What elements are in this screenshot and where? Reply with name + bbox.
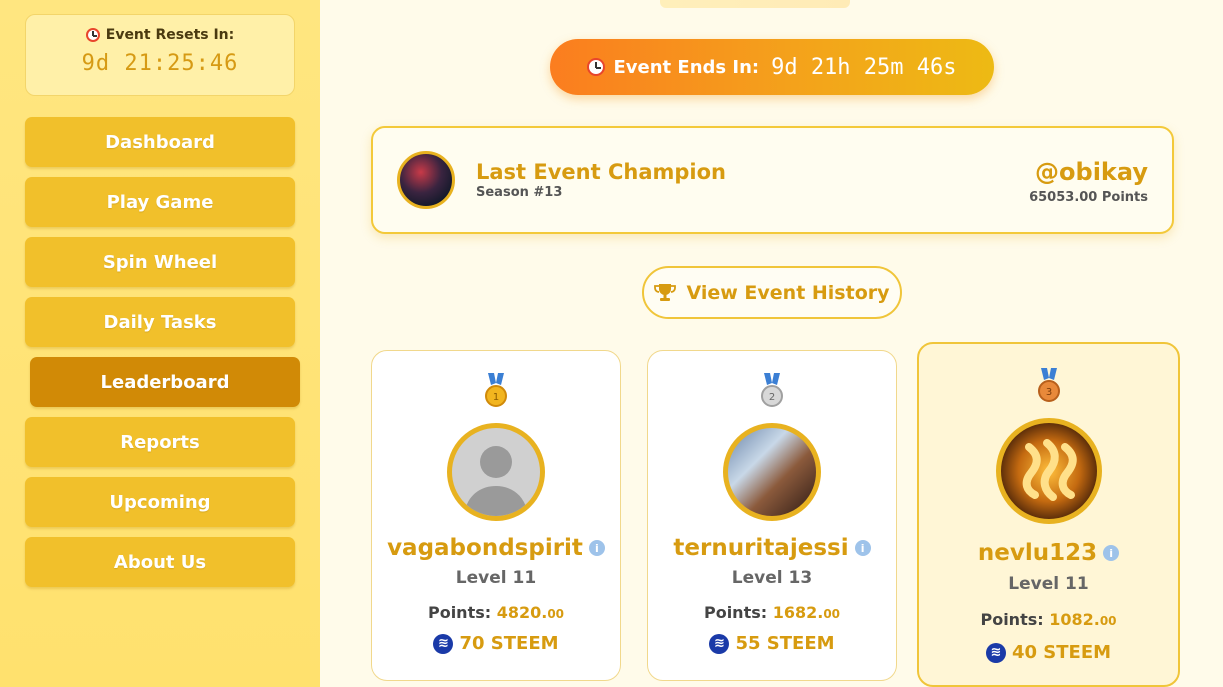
sidebar: Event Resets In: 9d 21:25:46 Dashboard P… [0, 0, 320, 687]
sidebar-item-about-us[interactable]: About Us [25, 537, 295, 587]
champion-avatar [397, 151, 455, 209]
last-event-champion-card: Last Event Champion Season #13 @obikay 6… [371, 126, 1174, 234]
username[interactable]: ternuritajessi [673, 535, 848, 561]
user-level: Level 13 [731, 568, 813, 588]
steem-icon [985, 642, 1006, 663]
leaderboard-card-rank-2: 2 ternuritajessi i Level 13 Points: 1682… [647, 350, 897, 681]
reset-title: Event Resets In: [105, 27, 235, 43]
champion-season: Season #13 [476, 185, 563, 200]
view-event-history-label: View Event History [686, 281, 890, 304]
event-ends-countdown: 9d 21h 25m 46s [771, 54, 957, 80]
username[interactable]: nevlu123 [978, 540, 1097, 566]
username[interactable]: vagabondspirit [387, 535, 583, 561]
silver-medal-icon: 2 [761, 373, 783, 407]
steem-reward: 55 STEEM [648, 633, 896, 654]
default-user-icon [464, 446, 528, 516]
info-icon[interactable]: i [1103, 545, 1120, 561]
trophy-icon [654, 283, 677, 301]
sidebar-item-reports[interactable]: Reports [25, 417, 295, 467]
avatar [995, 418, 1102, 524]
info-icon[interactable]: i [588, 540, 605, 556]
svg-text:3: 3 [1045, 387, 1051, 398]
info-icon[interactable]: i [854, 540, 871, 556]
user-level: Level 11 [1008, 574, 1089, 594]
leaderboard-card-rank-1: 1 vagabondspirit i Level 11 Points: 4820… [371, 350, 621, 681]
svg-text:2: 2 [769, 392, 775, 403]
steem-logo-icon [1022, 439, 1077, 501]
user-level: Level 11 [455, 568, 537, 588]
reset-countdown: 9d 21:25:46 [81, 51, 239, 76]
view-event-history-button[interactable]: View Event History [642, 266, 902, 319]
avatar [447, 423, 545, 521]
champion-username[interactable]: @obikay [1035, 158, 1148, 186]
steem-reward: 70 STEEM [372, 633, 620, 654]
alarm-clock-icon [85, 28, 100, 42]
alarm-clock-icon [587, 58, 606, 76]
event-ends-banner: Event Ends In: 9d 21h 25m 46s [550, 39, 994, 95]
champion-title: Last Event Champion [476, 160, 727, 184]
event-ends-label: Event Ends In: [613, 56, 760, 78]
svg-text:1: 1 [493, 392, 499, 403]
avatar [723, 423, 821, 521]
leaderboard-card-rank-3: 3 nevlu123 i Level 11 Points: 1082.00 40… [917, 342, 1180, 687]
sidebar-item-leaderboard[interactable]: Leaderboard [30, 357, 300, 407]
steem-icon [433, 633, 454, 654]
sidebar-item-dashboard[interactable]: Dashboard [25, 117, 295, 167]
user-points: Points: 1082.00 [980, 610, 1117, 629]
steem-reward: 40 STEEM [919, 642, 1178, 663]
champion-points: 65053.00 Points [1029, 190, 1148, 205]
event-reset-timer: Event Resets In: 9d 21:25:46 [25, 14, 295, 96]
sidebar-item-daily-tasks[interactable]: Daily Tasks [25, 297, 295, 347]
gold-medal-icon: 1 [485, 373, 507, 407]
bronze-medal-icon: 3 [1037, 368, 1060, 402]
user-points: Points: 4820.00 [427, 603, 565, 622]
sidebar-item-spin-wheel[interactable]: Spin Wheel [25, 237, 295, 287]
sidebar-item-play-game[interactable]: Play Game [25, 177, 295, 227]
sidebar-item-upcoming[interactable]: Upcoming [25, 477, 295, 527]
top-decoration [660, 0, 850, 8]
user-points: Points: 1682.00 [703, 603, 841, 622]
steem-icon [709, 633, 730, 654]
